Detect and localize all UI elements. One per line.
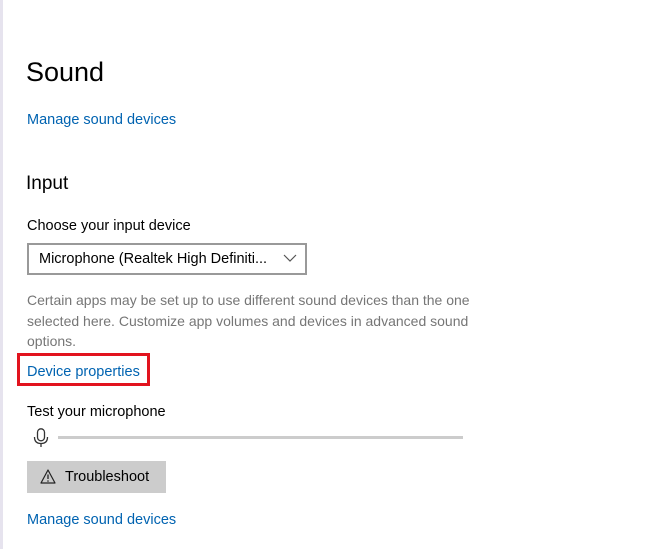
input-device-dropdown[interactable]: Microphone (Realtek High Definiti... [27,243,307,275]
troubleshoot-button-label: Troubleshoot [65,469,150,485]
window-edge [0,0,3,549]
microphone-level-meter [58,436,463,439]
sound-settings-page: Sound Manage sound devices Input Choose … [0,0,665,549]
manage-sound-devices-link-top[interactable]: Manage sound devices [27,111,176,129]
chevron-down-icon [283,254,297,262]
input-section-heading: Input [26,173,69,194]
device-properties-link[interactable]: Device properties [27,363,140,381]
choose-input-device-label: Choose your input device [27,218,191,234]
troubleshoot-button[interactable]: Troubleshoot [27,461,166,493]
warning-icon [40,469,56,484]
microphone-icon [33,428,49,447]
test-microphone-label: Test your microphone [27,404,166,420]
selected-input-device: Microphone (Realtek High Definiti... [39,251,268,267]
manage-sound-devices-link-bottom[interactable]: Manage sound devices [27,511,176,529]
input-device-help-text: Certain apps may be set up to use differ… [27,292,470,349]
page-title: Sound [26,57,105,87]
